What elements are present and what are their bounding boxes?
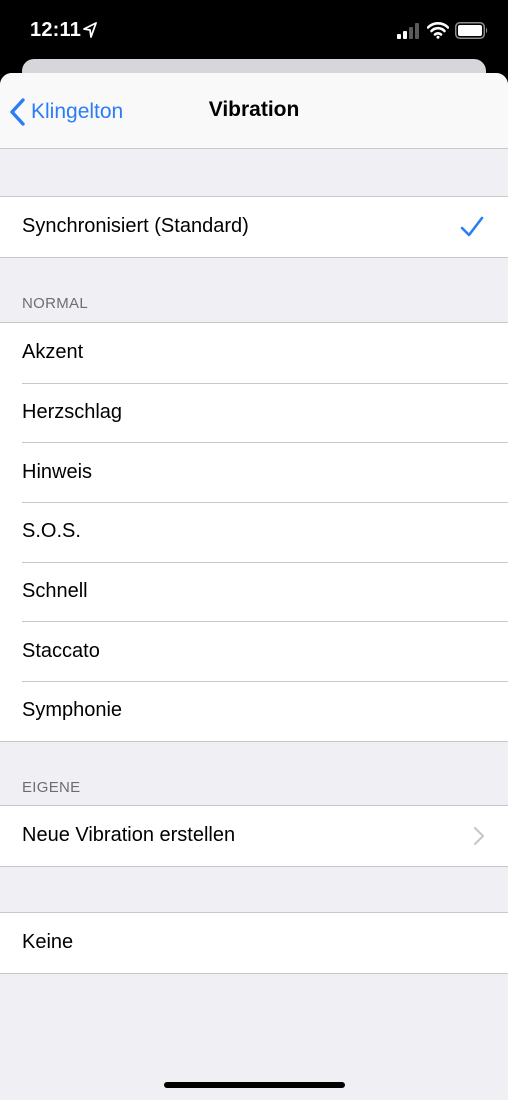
checkmark-icon (460, 216, 484, 237)
option-sos[interactable]: S.O.S. (0, 502, 508, 562)
home-indicator (164, 1082, 345, 1088)
option-symphonie[interactable]: Symphonie (0, 681, 508, 741)
wifi-icon (427, 22, 449, 39)
default-group: Synchronisiert (Standard) (0, 196, 508, 258)
page-title: Vibration (208, 98, 300, 121)
option-label: Neue Vibration erstellen (22, 824, 236, 847)
option-label: Herzschlag (22, 401, 123, 424)
option-label: Hinweis (22, 460, 93, 483)
option-staccato[interactable]: Staccato (0, 621, 508, 681)
option-schnell[interactable]: Schnell (0, 561, 508, 622)
custom-group: Neue Vibration erstellen (0, 805, 508, 867)
battery-icon (455, 22, 488, 39)
option-synchronisiert[interactable]: Synchronisiert (Standard) (0, 197, 508, 257)
option-label: Keine (22, 931, 74, 954)
option-keine[interactable]: Keine (0, 913, 508, 973)
location-icon (83, 22, 97, 38)
option-label: Synchronisiert (Standard) (22, 215, 249, 238)
option-label: Staccato (22, 639, 100, 662)
option-label: Schnell (22, 580, 88, 603)
option-herzschlag[interactable]: Herzschlag (0, 382, 508, 443)
section-header-normal: NORMAL (22, 295, 88, 312)
section-header-eigene: EIGENE (22, 779, 81, 796)
option-label: Akzent (22, 341, 84, 364)
vibration-sheet: Klingelton Vibration Synchronisiert (Sta… (0, 73, 508, 1100)
status-bar: 12:11 (0, 0, 508, 62)
option-akzent[interactable]: Akzent (0, 323, 508, 383)
option-hinweis[interactable]: Hinweis (0, 442, 508, 502)
navigation-bar: Klingelton Vibration (0, 73, 508, 149)
normal-group: Akzent Herzschlag Hinweis S.O.S. Schnell… (0, 322, 508, 742)
status-time: 12:11 (30, 19, 82, 41)
option-label: Symphonie (22, 699, 123, 722)
signal-icon (397, 23, 419, 39)
none-group: Keine (0, 912, 508, 974)
chevron-right-icon (473, 826, 485, 846)
option-label: S.O.S. (22, 520, 81, 543)
create-vibration-row[interactable]: Neue Vibration erstellen (0, 806, 508, 866)
